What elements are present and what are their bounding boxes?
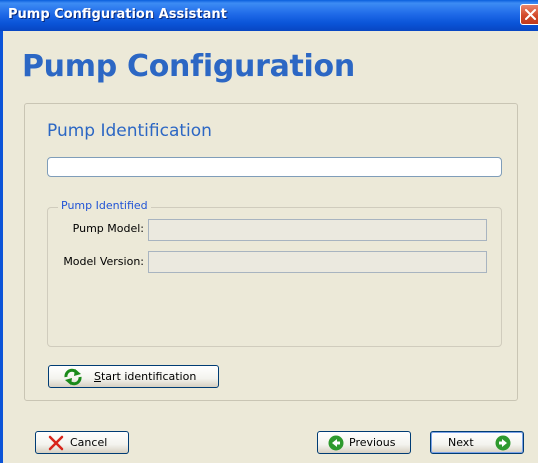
green-left-arrow-icon xyxy=(328,435,344,451)
pump-model-field xyxy=(148,219,487,241)
previous-label: Previous xyxy=(349,436,396,449)
cancel-button[interactable]: Cancel xyxy=(35,431,129,454)
green-right-arrow-icon xyxy=(495,435,511,451)
close-icon xyxy=(525,9,536,20)
close-button[interactable] xyxy=(520,4,538,25)
previous-button[interactable]: Previous xyxy=(317,431,411,454)
red-x-icon xyxy=(48,435,64,451)
start-button-label: tart identification xyxy=(100,370,197,383)
group-title: Pump Identified xyxy=(58,199,151,212)
identification-input[interactable] xyxy=(47,157,502,177)
start-identification-button[interactable]: Start identification xyxy=(48,365,219,388)
window-border xyxy=(0,31,3,463)
next-button[interactable]: Next xyxy=(430,431,524,454)
refresh-arrows-icon xyxy=(64,368,82,386)
start-mnemonic: S xyxy=(94,370,101,383)
pump-model-label: Pump Model: xyxy=(72,222,144,235)
cancel-label: Cancel xyxy=(70,436,108,449)
section-title: Pump Identification xyxy=(47,121,212,141)
title-bar[interactable]: Pump Configuration Assistant xyxy=(0,0,538,31)
next-label: Next xyxy=(448,436,474,449)
model-version-field xyxy=(148,251,487,273)
model-version-label: Model Version: xyxy=(63,255,144,268)
page-title: Pump Configuration xyxy=(22,49,355,84)
window-title: Pump Configuration Assistant xyxy=(8,7,227,22)
